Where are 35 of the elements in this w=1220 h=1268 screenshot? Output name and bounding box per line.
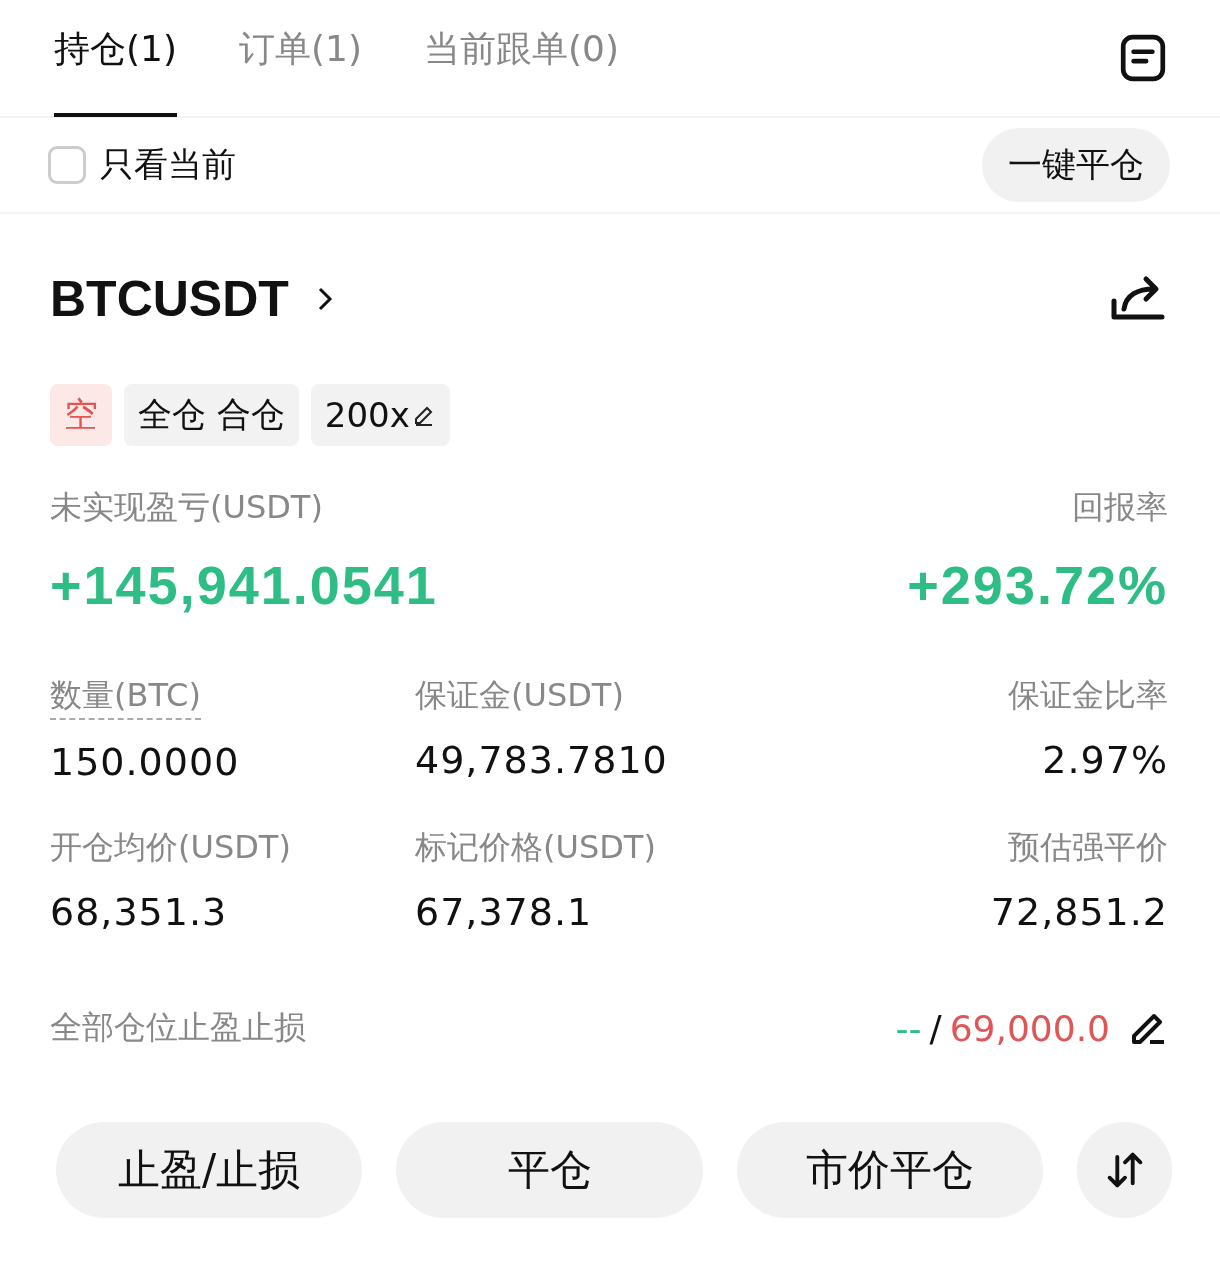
- field-value: 2.97%: [1042, 738, 1168, 782]
- leverage-value: 200x: [324, 395, 410, 435]
- field-label: 标记价格(USDT): [415, 827, 656, 868]
- tab[interactable]: 当前跟单(0): [424, 0, 619, 117]
- leverage-tag[interactable]: 200x: [310, 384, 450, 446]
- field-value: 150.0000: [50, 740, 241, 784]
- tpsl-label: 全部仓位止盈止损: [50, 1007, 306, 1048]
- action-button[interactable]: 止盈/止损: [56, 1122, 363, 1218]
- margin-mode-tag: 全仓 合仓: [124, 384, 299, 446]
- side-tag: 空: [50, 384, 112, 446]
- take-profit-value: --: [895, 1007, 922, 1049]
- roe-value: +293.72%: [907, 554, 1168, 616]
- field-value: 67,378.1: [415, 890, 594, 934]
- filter-label[interactable]: 只看当前: [100, 142, 236, 188]
- pnl-label: 未实现盈亏(USDT): [50, 487, 324, 528]
- stop-loss-value: 69,000.0: [949, 1007, 1110, 1049]
- document-icon[interactable]: [1118, 33, 1168, 83]
- field-value: 68,351.3: [50, 890, 229, 934]
- action-button[interactable]: 平仓: [396, 1122, 703, 1218]
- symbol-name[interactable]: BTCUSDT: [50, 270, 289, 328]
- tab[interactable]: 订单(1): [239, 0, 362, 117]
- field-label: 预估强平价: [1008, 827, 1168, 868]
- pnl-value: +145,941.0541: [50, 554, 438, 616]
- checkbox[interactable]: [48, 146, 86, 184]
- field-label: 开仓均价(USDT): [50, 827, 291, 868]
- field-label: 保证金(USDT): [415, 675, 624, 716]
- field-label: 保证金比率: [1008, 675, 1168, 716]
- tab[interactable]: 持仓(1): [54, 0, 177, 117]
- roe-label: 回报率: [1072, 487, 1168, 528]
- field-label: 数量(BTC): [50, 674, 201, 720]
- field-value: 49,783.7810: [415, 738, 669, 782]
- separator: /: [929, 1007, 942, 1049]
- close-all-button[interactable]: 一键平仓: [982, 128, 1170, 202]
- action-button[interactable]: 市价平仓: [736, 1122, 1044, 1218]
- field-value: 72,851.2: [990, 890, 1168, 934]
